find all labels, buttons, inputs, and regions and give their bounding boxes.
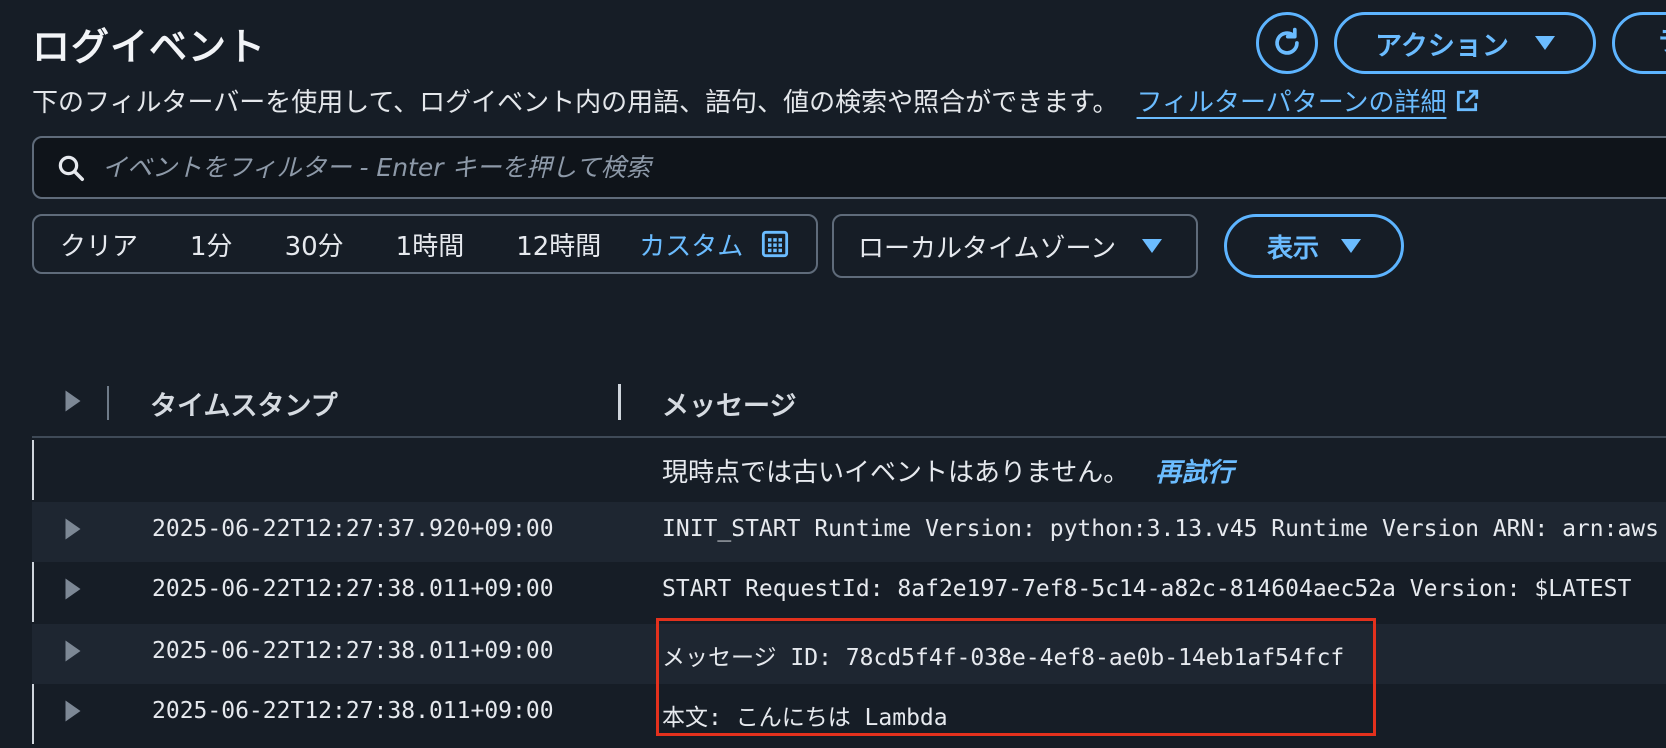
time-12hours[interactable]: 12時間 [516,226,601,263]
expand-all-icon[interactable] [64,388,82,414]
time-range-selector: クリア 1分 30分 1時間 12時間 カスタム [32,214,818,274]
search-input[interactable] [102,153,1502,182]
refresh-button[interactable] [1256,12,1318,74]
page-title: ログイベント [32,25,267,69]
expand-row-icon[interactable] [64,516,82,542]
filter-pattern-link-label: フィルターパターンの詳細 [1136,88,1447,118]
column-divider [107,386,109,420]
row-marker [32,684,34,744]
refresh-icon [1275,27,1299,55]
time-1hour[interactable]: 1時間 [396,226,465,263]
calendar-icon[interactable] [761,230,789,258]
row-message: START RequestId: 8af2e197-7ef8-5c14-a82c… [662,576,1632,602]
actions-dropdown-button[interactable]: アクション [1334,12,1596,74]
expand-row-icon[interactable] [64,638,82,664]
column-header-message[interactable]: メッセージ [662,384,796,423]
table-header: タイムスタンプ メッセージ [32,372,1666,438]
no-older-events-text: 現時点では古いイベントはありません。 [662,458,1130,488]
caret-down-icon [1142,239,1163,253]
time-30min[interactable]: 30分 [285,226,344,263]
description-text: 下のフィルターバーを使用して、ログイベント内の用語、語句、値の検索や照合ができま… [32,88,1119,118]
no-older-events-row: 現時点では古いイベントはありません。 再試行 [32,440,1666,500]
row-message: INIT_START Runtime Version: python:3.13.… [662,516,1659,542]
no-older-events-message: 現時点では古いイベントはありません。 再試行 [662,452,1234,489]
filter-search-box[interactable] [32,136,1666,199]
external-link-icon [1457,89,1479,111]
row-timestamp: 2025-06-22T12:27:38.011+09:00 [152,698,554,724]
time-1min[interactable]: 1分 [190,226,233,263]
column-resize-handle[interactable] [618,384,621,420]
expand-row-icon[interactable] [64,698,82,724]
retry-link[interactable]: 再試行 [1156,458,1234,488]
time-clear[interactable]: クリア [60,226,138,263]
timezone-select[interactable]: ローカルタイムゾーン [832,214,1198,278]
row-timestamp: 2025-06-22T12:27:38.011+09:00 [152,576,554,602]
row-marker [32,440,34,500]
display-label: 表示 [1266,233,1319,264]
highlight-annotation [656,618,1376,736]
actions-label: アクション [1375,30,1509,62]
row-timestamp: 2025-06-22T12:27:38.011+09:00 [152,638,554,664]
timezone-value: ローカルタイムゾーン [858,233,1117,264]
filter-pattern-link[interactable]: フィルターパターンの詳細 [1137,82,1481,119]
caret-down-icon [1534,36,1555,50]
row-timestamp: 2025-06-22T12:27:37.920+09:00 [152,516,554,542]
description: 下のフィルターバーを使用して、ログイベント内の用語、語句、値の検索や照合ができま… [32,82,1480,119]
table-row[interactable]: 2025-06-22T12:27:37.920+09:00 INIT_START… [32,502,1666,562]
time-custom[interactable]: カスタム [639,226,743,263]
table-row[interactable]: 2025-06-22T12:27:38.011+09:00 START Requ… [32,562,1666,622]
expand-row-icon[interactable] [64,576,82,602]
caret-down-icon [1341,239,1361,253]
search-icon [58,155,84,181]
cut-off-button[interactable]: ラ [1612,12,1666,74]
display-dropdown-button[interactable]: 表示 [1224,214,1404,278]
column-header-timestamp[interactable]: タイムスタンプ [150,384,338,423]
log-events-panel: ログイベント アクション ラ 下のフィルターバーを使用して、ログイベント内の用語… [0,0,1666,748]
row-marker [32,562,34,622]
